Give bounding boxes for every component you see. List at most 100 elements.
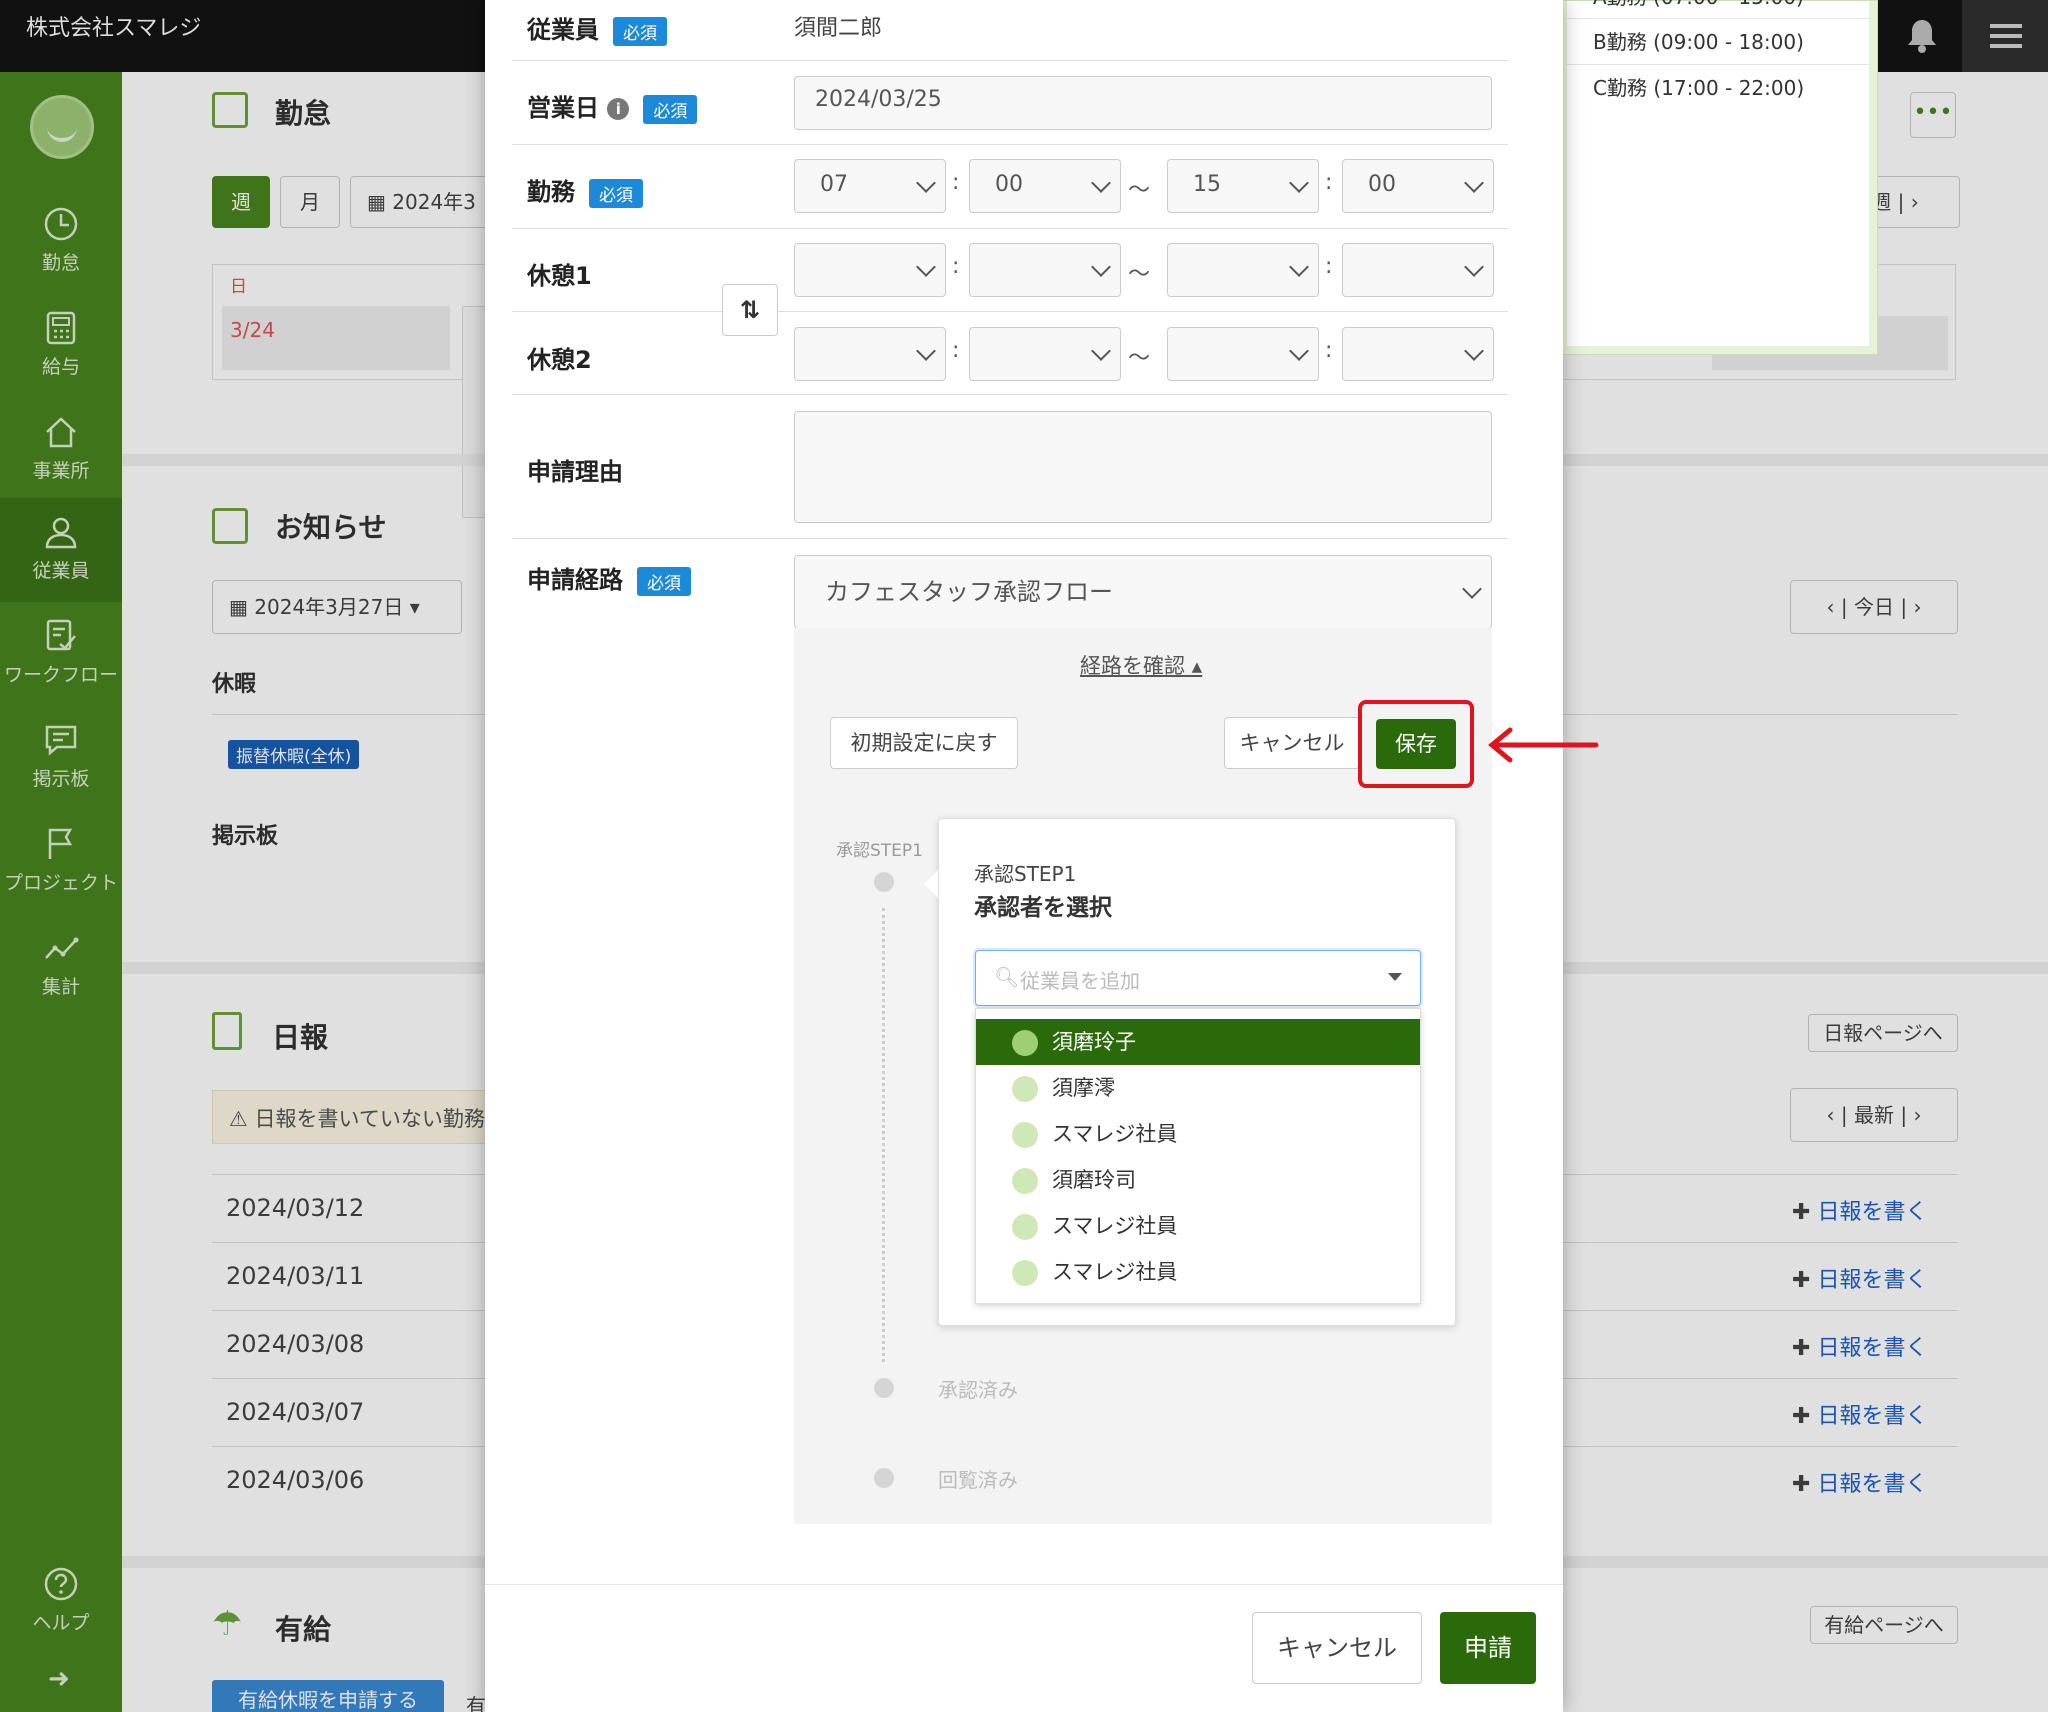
employee-value: 須間二郎: [794, 16, 883, 41]
business-date-label: 営業日 i 必須: [527, 88, 698, 124]
break2-end-hour-select[interactable]: [1167, 327, 1319, 381]
caret-down-icon: [1388, 973, 1402, 981]
shift-label: 勤務 必須: [527, 172, 643, 208]
red-arrow-icon: [1488, 727, 1599, 763]
avatar: [1012, 1030, 1038, 1056]
modal-cancel-button[interactable]: キャンセル: [1252, 1612, 1422, 1684]
chevron-down-icon: [1289, 341, 1309, 361]
shift-option[interactable]: B勤務 (09:00 - 18:00): [1567, 19, 1869, 65]
step-dot: [874, 1378, 894, 1398]
shift-pattern-popup: A勤務 (07:00 - 15:00) B勤務 (09:00 - 18:00) …: [1562, 0, 1878, 355]
employee-option-name: スマレジ社員: [1052, 1122, 1178, 1146]
avatar: [1012, 1260, 1038, 1286]
employee-option[interactable]: 須磨玲司: [976, 1157, 1420, 1203]
break1-start-hour-select[interactable]: [794, 243, 946, 297]
swap-breaks-icon[interactable]: ⇅: [722, 284, 778, 336]
company-name: 株式会社スマレジ: [26, 16, 202, 41]
employee-option[interactable]: 須磨玲子: [976, 1019, 1420, 1065]
avatar: [1012, 1076, 1038, 1102]
employee-option[interactable]: 須摩澪: [976, 1065, 1420, 1111]
shift-end-hour-select[interactable]: 15: [1167, 159, 1319, 213]
shift-end-minute-select[interactable]: 00: [1342, 159, 1494, 213]
time-colon: :: [952, 170, 960, 195]
route-label: 申請経路 必須: [527, 560, 691, 596]
reset-default-button[interactable]: 初期設定に戻す: [830, 717, 1018, 769]
confirm-route-link[interactable]: 経路を確認 ▴: [1080, 650, 1202, 680]
break1-end-hour-select[interactable]: [1167, 243, 1319, 297]
employee-option-name: 須磨玲司: [1052, 1168, 1136, 1192]
shift-start-hour-select[interactable]: 07: [794, 159, 946, 213]
step-dot: [874, 872, 894, 892]
footer-divider: [485, 1584, 1563, 1585]
employee-option[interactable]: スマレジ社員: [976, 1249, 1420, 1295]
employee-option[interactable]: スマレジ社員: [976, 1203, 1420, 1249]
shift-start-minute-select[interactable]: 00: [969, 159, 1121, 213]
step-connector: [882, 908, 885, 1362]
submit-button[interactable]: 申請: [1440, 1612, 1536, 1684]
avatar: [1012, 1168, 1038, 1194]
row-divider: [512, 144, 1508, 145]
shift-option[interactable]: A勤務 (07:00 - 15:00): [1567, 0, 1869, 19]
info-icon[interactable]: i: [607, 98, 630, 120]
break2-start-minute-select[interactable]: [969, 327, 1121, 381]
break2-end-minute-select[interactable]: [1342, 327, 1494, 381]
break1-end-minute-select[interactable]: [1342, 243, 1494, 297]
employee-label: 従業員 必須: [527, 10, 667, 46]
route-cancel-button[interactable]: キャンセル: [1224, 717, 1360, 769]
route-label-text: 申請経路: [527, 566, 623, 594]
chevron-down-icon: [916, 173, 936, 193]
chevron-down-icon: [1464, 341, 1484, 361]
business-date-input[interactable]: 2024/03/25: [794, 76, 1492, 130]
search-icon: 🔍︎: [994, 965, 1020, 989]
chevron-down-icon: [1289, 257, 1309, 277]
employee-dropdown-list: 須磨玲子 須摩澪 スマレジ社員 須磨玲司 スマレジ社員 スマレジ社員: [975, 1008, 1421, 1304]
break2-start-hour-select[interactable]: [794, 327, 946, 381]
break2-label: 休憩2: [527, 346, 592, 374]
circulated-label: 回覧済み: [938, 1468, 1018, 1492]
row-divider: [778, 311, 1508, 312]
reason-label: 申請理由: [527, 458, 623, 486]
employee-search-input[interactable]: 🔍︎ 従業員を追加: [975, 950, 1421, 1006]
row-divider: [512, 538, 1508, 539]
business-date-label-text: 営業日: [527, 94, 599, 122]
break1-label: 休憩1: [527, 262, 592, 290]
route-select[interactable]: カフェスタッフ承認フロー: [794, 555, 1492, 629]
bell-icon[interactable]: [1904, 16, 1940, 56]
time-colon: :: [952, 338, 960, 363]
avatar: [1012, 1122, 1038, 1148]
avatar: [1012, 1214, 1038, 1240]
employee-option-name: スマレジ社員: [1052, 1214, 1178, 1238]
chevron-down-icon: [1091, 257, 1111, 277]
chevron-down-icon: [1464, 173, 1484, 193]
highlight-box: [1358, 700, 1474, 788]
time-range-tilde: 〜: [1128, 346, 1151, 371]
shift-option[interactable]: C勤務 (17:00 - 22:00): [1567, 65, 1869, 111]
step-dot: [874, 1468, 894, 1488]
sidebar-overlay: [0, 72, 122, 1712]
search-placeholder: 従業員を追加: [1020, 969, 1140, 993]
time-colon: :: [952, 254, 960, 279]
reason-textarea[interactable]: [794, 411, 1492, 523]
required-badge: 必須: [613, 16, 667, 46]
confirm-route-text: 経路を確認: [1080, 654, 1185, 678]
employee-option-name: スマレジ社員: [1052, 1260, 1178, 1284]
required-badge: 必須: [637, 566, 691, 596]
step-subtitle: 承認者を選択: [974, 895, 1112, 921]
shift-label-text: 勤務: [527, 178, 575, 206]
chevron-down-icon: [1464, 257, 1484, 277]
employee-option[interactable]: スマレジ社員: [976, 1111, 1420, 1157]
chevron-down-icon: [916, 257, 936, 277]
break1-start-minute-select[interactable]: [969, 243, 1121, 297]
hamburger-menu-icon[interactable]: [1962, 0, 2048, 72]
time-range-tilde: 〜: [1128, 262, 1151, 287]
chevron-down-icon: [1091, 173, 1111, 193]
select-value: 00: [1368, 172, 1396, 197]
row-divider: [512, 60, 1508, 61]
employee-option-name: 須磨玲子: [1052, 1030, 1136, 1054]
chevron-down-icon: [1289, 173, 1309, 193]
required-badge: 必須: [643, 94, 698, 124]
row-divider: [512, 228, 1508, 229]
row-divider: [512, 394, 1508, 395]
chevron-down-icon: [916, 341, 936, 361]
employee-option-name: 須摩澪: [1052, 1076, 1115, 1100]
